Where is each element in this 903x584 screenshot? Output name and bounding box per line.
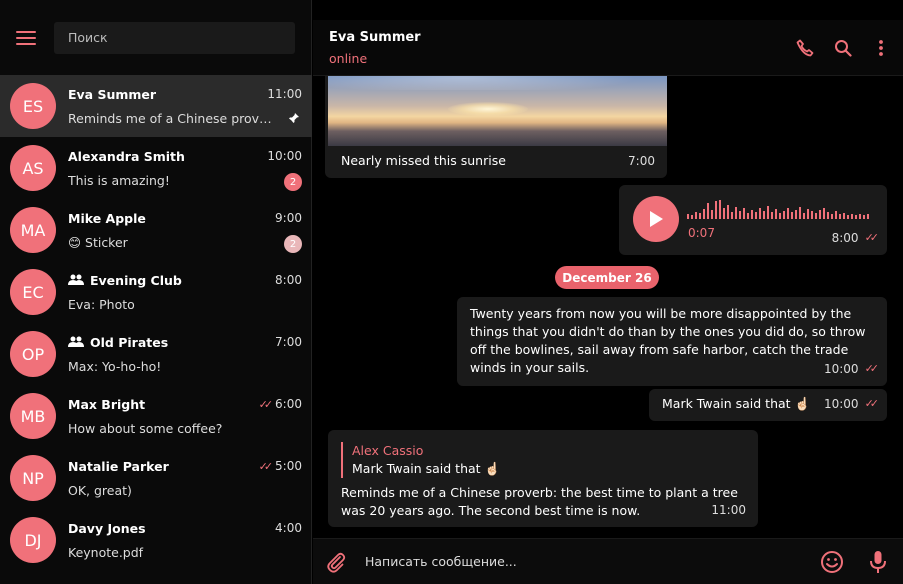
- chat-time-row: ✓✓ 5:00: [259, 459, 302, 473]
- unread-badge: 2: [284, 173, 302, 191]
- avatar: MB: [10, 393, 56, 439]
- message-text: Mark Twain said that ☝🏻: [662, 396, 811, 411]
- double-check-icon: ✓✓: [864, 231, 880, 244]
- chat-preview: Max: Yo-ho-ho!: [68, 359, 162, 374]
- chat-item-old-pirates[interactable]: OP Old Pirates 7:00 Max: Yo-ho-ho!: [0, 323, 312, 385]
- avatar: OP: [10, 331, 56, 377]
- message-time-row: 10:00 ✓✓: [823, 395, 880, 413]
- chat-time: 5:00: [275, 459, 302, 473]
- more-icon[interactable]: [871, 38, 891, 58]
- chat-name: Eva Summer: [68, 87, 157, 102]
- date-separator: December 26: [555, 266, 659, 289]
- contact-status: online: [329, 51, 368, 66]
- chat-time-row: ✓✓ 6:00: [259, 397, 302, 411]
- chat-preview: Keynote.pdf: [68, 545, 144, 560]
- emoji-icon[interactable]: [820, 550, 844, 578]
- outgoing-message[interactable]: Twenty years from now you will be more d…: [457, 297, 887, 386]
- chat-preview: Reminds me of a Chinese proverb: the bes…: [68, 111, 278, 126]
- attach-icon[interactable]: [325, 551, 347, 577]
- reply-text: Mark Twain said that ☝🏻: [352, 461, 501, 476]
- avatar: NP: [10, 455, 56, 501]
- message-time: 7:00: [628, 154, 655, 168]
- phone-icon[interactable]: [795, 38, 815, 58]
- message-text: Twenty years from now you will be more d…: [470, 306, 866, 375]
- sidebar-top: Поиск: [0, 0, 311, 75]
- chat-time: 8:00: [275, 273, 302, 287]
- avatar: AS: [10, 145, 56, 191]
- chat-name: Davy Jones: [68, 521, 146, 536]
- chat-header: Eva Summer online: [313, 20, 903, 76]
- header-actions: [795, 38, 891, 58]
- chat-name: Evening Club: [90, 273, 182, 288]
- chat-name: Old Pirates: [90, 335, 169, 350]
- group-icon: [68, 273, 84, 288]
- reply-quote[interactable]: Alex Cassio Mark Twain said that ☝🏻: [341, 442, 500, 478]
- unread-badge: 2: [284, 235, 302, 253]
- chat-item-max-bright[interactable]: MB Max Bright ✓✓ 6:00 How about some cof…: [0, 385, 312, 447]
- chat-item-mike-apple[interactable]: MA Mike Apple 9:00 😊 Sticker 2: [0, 199, 312, 261]
- double-check-icon: ✓✓: [864, 362, 880, 375]
- pin-icon: [288, 112, 300, 127]
- double-check-icon: ✓✓: [864, 397, 880, 410]
- chat-time: 6:00: [275, 397, 302, 411]
- chat-item-evening-club[interactable]: EC Evening Club 8:00 Eva: Photo: [0, 261, 312, 323]
- chat-name-row: Old Pirates: [68, 335, 168, 350]
- chat-time: 11:00: [267, 87, 302, 101]
- microphone-icon[interactable]: [869, 550, 887, 578]
- chat-preview: Eva: Photo: [68, 297, 135, 312]
- chat-preview: This is amazing!: [68, 173, 170, 188]
- outgoing-message[interactable]: Mark Twain said that ☝🏻 10:00 ✓✓: [649, 389, 887, 421]
- double-check-icon: ✓✓: [258, 397, 274, 411]
- message-time-row: 8:00 ✓✓: [831, 229, 880, 247]
- search-input[interactable]: Поиск: [54, 21, 295, 54]
- voice-message[interactable]: 0:07 8:00 ✓✓: [619, 185, 887, 255]
- group-icon: [68, 335, 84, 350]
- chat-name: Natalie Parker: [68, 459, 169, 474]
- chat-name-row: Evening Club: [68, 273, 182, 288]
- chat-item-davy-jones[interactable]: DJ Davy Jones 4:00 Keynote.pdf: [0, 509, 312, 571]
- incoming-reply-message[interactable]: Alex Cassio Mark Twain said that ☝🏻 Remi…: [328, 430, 758, 527]
- voice-waveform[interactable]: [687, 199, 875, 221]
- chat-time: 10:00: [267, 149, 302, 163]
- chat-preview: 😊 Sticker: [68, 235, 128, 250]
- message-time: 10:00: [823, 397, 859, 411]
- contact-name[interactable]: Eva Summer: [329, 30, 421, 45]
- chat-list-panel: Поиск ES Eva Summer 11:00 Reminds me of …: [0, 0, 312, 584]
- message-time: 11:00: [711, 503, 746, 517]
- voice-duration: 0:07: [688, 226, 715, 240]
- play-icon: [650, 211, 663, 227]
- chat-preview: OK, great): [68, 483, 132, 498]
- message-time: 10:00: [823, 362, 859, 376]
- chat-preview: How about some coffee?: [68, 421, 223, 436]
- chat-item-alexandra-smith[interactable]: AS Alexandra Smith 10:00 This is amazing…: [0, 137, 312, 199]
- message-composer: Написать сообщение...: [313, 538, 903, 584]
- avatar: ES: [10, 83, 56, 129]
- search-icon[interactable]: [833, 38, 853, 58]
- avatar: DJ: [10, 517, 56, 563]
- message-time: 8:00: [831, 231, 859, 245]
- photo-caption: Nearly missed this sunrise: [341, 153, 506, 168]
- double-check-icon: ✓✓: [258, 459, 274, 473]
- reply-author: Alex Cassio: [352, 443, 424, 458]
- avatar: EC: [10, 269, 56, 315]
- chat-time: 4:00: [275, 521, 302, 535]
- chat-item-eva-summer[interactable]: ES Eva Summer 11:00 Reminds me of a Chin…: [0, 75, 312, 137]
- conversation-panel: Nearly missed this sunrise 7:00 0:07 8:0…: [313, 0, 903, 584]
- chat-time: 7:00: [275, 335, 302, 349]
- chat-item-natalie-parker[interactable]: NP Natalie Parker ✓✓ 5:00 OK, great): [0, 447, 312, 509]
- chat-time: 9:00: [275, 211, 302, 225]
- avatar: MA: [10, 207, 56, 253]
- message-text: Reminds me of a Chinese proverb: the bes…: [341, 485, 738, 518]
- chat-name: Alexandra Smith: [68, 149, 185, 164]
- menu-icon[interactable]: [16, 30, 36, 45]
- chat-name: Mike Apple: [68, 211, 146, 226]
- play-button[interactable]: [633, 196, 679, 242]
- message-time-row: 10:00 ✓✓: [823, 360, 880, 378]
- message-input[interactable]: Написать сообщение...: [365, 554, 517, 569]
- chat-name: Max Bright: [68, 397, 146, 412]
